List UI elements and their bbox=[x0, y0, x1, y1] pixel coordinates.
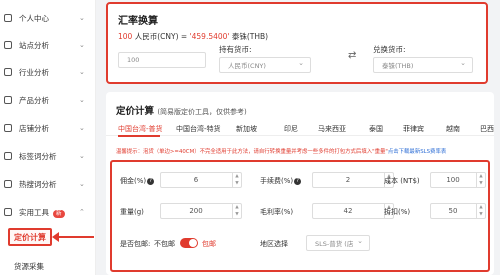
region-label: 地区选择 bbox=[260, 240, 288, 248]
industry-icon bbox=[4, 68, 12, 76]
sidebar-item-tags[interactable]: 标签词分析 ⌄ bbox=[0, 146, 96, 166]
tab-singapore[interactable]: 新加坡 bbox=[236, 124, 257, 134]
sidebar-item-hot-search[interactable]: 热搜词分析 ⌄ bbox=[0, 174, 96, 194]
pricing-title: 定价计算 (简易版定价工具，仅供参考) bbox=[116, 106, 247, 117]
exchange-card: 汇率换算 100 人民币(CNY) = '459.5400' 泰铢(THB) 1… bbox=[106, 2, 488, 84]
discount-label: 折扣(%) bbox=[384, 208, 411, 216]
pricing-card: 定价计算 (简易版定价工具，仅供参考) 中国台湾-普货 中国台湾-特货 新加坡 … bbox=[106, 92, 494, 275]
exchange-rate-text: 100 人民币(CNY) = '459.5400' 泰铢(THB) bbox=[118, 32, 269, 41]
tab-malaysia[interactable]: 马来西亚 bbox=[318, 124, 346, 134]
sidebar-item-label: 产品分析 bbox=[19, 95, 49, 105]
help-icon[interactable]: ? bbox=[147, 177, 155, 185]
tip-text: 温馨提示：泡货（单边>=40CM）不完全适用于此方法，请自行转换重量并考虑一些多… bbox=[116, 149, 447, 155]
annotation-arrow bbox=[54, 236, 94, 238]
cost-label: 成本 (NT$) bbox=[384, 177, 420, 185]
exchange-currency-select[interactable]: 泰铢(THB) bbox=[373, 57, 473, 73]
sidebar-item-sourcing[interactable]: 货源采集 bbox=[0, 256, 96, 275]
chevron-icon: ⌄ bbox=[79, 41, 85, 49]
sidebar-item-label: 热搜词分析 bbox=[19, 179, 57, 189]
tab-philippines[interactable]: 菲律宾 bbox=[403, 124, 424, 134]
stepper-icon[interactable]: ▲ ▼ bbox=[232, 204, 241, 218]
cost-input[interactable]: 100 ▲ ▼ bbox=[430, 172, 486, 188]
margin-label: 毛利率(%) bbox=[260, 208, 294, 216]
tab-brazil[interactable]: 巴西 bbox=[480, 124, 494, 134]
tab-tw-special[interactable]: 中国台湾-特货 bbox=[176, 124, 221, 134]
user-icon bbox=[4, 14, 12, 22]
amount-input[interactable]: 100 bbox=[118, 52, 206, 68]
annotation-arrow-head bbox=[52, 232, 59, 242]
sidebar-item-label: 实用工具新 bbox=[19, 207, 65, 218]
tab-thailand[interactable]: 泰国 bbox=[369, 124, 383, 134]
tab-vietnam[interactable]: 越南 bbox=[446, 124, 460, 134]
sidebar-item-pricing[interactable]: 定价计算 bbox=[8, 228, 52, 246]
free-shipping-toggle[interactable] bbox=[180, 238, 198, 248]
chevron-up-icon: ⌃ bbox=[79, 208, 85, 216]
fire-icon bbox=[4, 180, 12, 188]
download-rate-link[interactable]: 点击下载最新SLS费率表 bbox=[388, 149, 446, 155]
sidebar-item-site[interactable]: 站点分析 ⌄ bbox=[0, 35, 96, 55]
sidebar-item-industry[interactable]: 行业分析 ⌄ bbox=[0, 62, 96, 82]
chevron-icon: ⌄ bbox=[79, 14, 85, 22]
sidebar-item-label: 站点分析 bbox=[19, 40, 49, 50]
chevron-icon: ⌄ bbox=[79, 96, 85, 104]
no-shipping-label: 不包邮 bbox=[154, 240, 175, 248]
sidebar-item-label: 个人中心 bbox=[19, 13, 49, 23]
tab-indonesia[interactable]: 印尼 bbox=[284, 124, 298, 134]
margin-input[interactable]: 42 ▲ ▼ bbox=[312, 203, 394, 219]
fee-label: 手续费(%)? bbox=[260, 176, 302, 186]
tools-icon bbox=[4, 208, 12, 216]
tab-tw-general[interactable]: 中国台湾-普货 bbox=[118, 124, 163, 134]
stepper-icon[interactable]: ▲ ▼ bbox=[476, 204, 485, 218]
site-icon bbox=[4, 41, 12, 49]
commission-input[interactable]: 6 ▲ ▼ bbox=[160, 172, 242, 188]
sidebar-item-label: 行业分析 bbox=[19, 67, 49, 77]
weight-label: 重量(g) bbox=[120, 208, 144, 216]
sidebar-item-label: 货源采集 bbox=[14, 261, 44, 271]
chevron-icon: ⌄ bbox=[79, 180, 85, 188]
shipping-label: 是否包邮: bbox=[120, 240, 151, 248]
commission-label: 佣金(%)? bbox=[120, 176, 155, 186]
new-badge: 新 bbox=[53, 209, 65, 218]
region-tabs: 中国台湾-普货 中国台湾-特货 新加坡 印尼 马来西亚 泰国 菲律宾 越南 巴西 bbox=[106, 118, 494, 136]
app-root: 个人中心 ⌄ 站点分析 ⌄ 行业分析 ⌄ 产品分析 ⌄ 店铺分析 ⌄ 标签词分析… bbox=[0, 0, 500, 275]
sidebar-item-tools[interactable]: 实用工具新 ⌃ bbox=[0, 202, 96, 222]
sidebar-item-label: 店铺分析 bbox=[19, 123, 49, 133]
sidebar-item-product[interactable]: 产品分析 ⌄ bbox=[0, 90, 96, 110]
sidebar-item-profile[interactable]: 个人中心 ⌄ bbox=[0, 8, 96, 28]
shipping-on-label: 包邮 bbox=[202, 240, 216, 248]
chevron-icon: ⌄ bbox=[79, 124, 85, 132]
sidebar: 个人中心 ⌄ 站点分析 ⌄ 行业分析 ⌄ 产品分析 ⌄ 店铺分析 ⌄ 标签词分析… bbox=[0, 0, 96, 275]
pricing-form: 佣金(%)? 6 ▲ ▼ 手续费(%)? 2 ▲ ▼ 成本 (NT$) 100 ▲ ▼… bbox=[110, 160, 490, 272]
discount-input[interactable]: 50 ▲ ▼ bbox=[430, 203, 486, 219]
sidebar-item-label: 标签词分析 bbox=[19, 151, 57, 161]
weight-input[interactable]: 200 ▲ ▼ bbox=[160, 203, 242, 219]
shop-icon bbox=[4, 124, 12, 132]
fee-input[interactable]: 2 ▲ ▼ bbox=[312, 172, 394, 188]
tag-icon bbox=[4, 152, 12, 160]
swap-icon[interactable]: ⇄ bbox=[348, 50, 356, 61]
stepper-icon[interactable]: ▲ ▼ bbox=[476, 173, 485, 187]
chevron-icon: ⌄ bbox=[79, 152, 85, 160]
active-tab-indicator bbox=[118, 135, 160, 137]
exchange-title: 汇率换算 bbox=[118, 16, 158, 27]
sidebar-item-shop[interactable]: 店铺分析 ⌄ bbox=[0, 118, 96, 138]
holding-currency-label: 持有货币: bbox=[219, 45, 252, 54]
holding-currency-select[interactable]: 人民币(CNY) bbox=[219, 57, 311, 73]
region-select[interactable]: SLS-普货 (店 bbox=[306, 235, 370, 251]
stepper-icon[interactable]: ▲ ▼ bbox=[232, 173, 241, 187]
product-icon bbox=[4, 96, 12, 104]
chevron-icon: ⌄ bbox=[79, 68, 85, 76]
exchange-currency-label: 兑换货币: bbox=[373, 45, 406, 54]
help-icon[interactable]: ? bbox=[294, 177, 302, 185]
